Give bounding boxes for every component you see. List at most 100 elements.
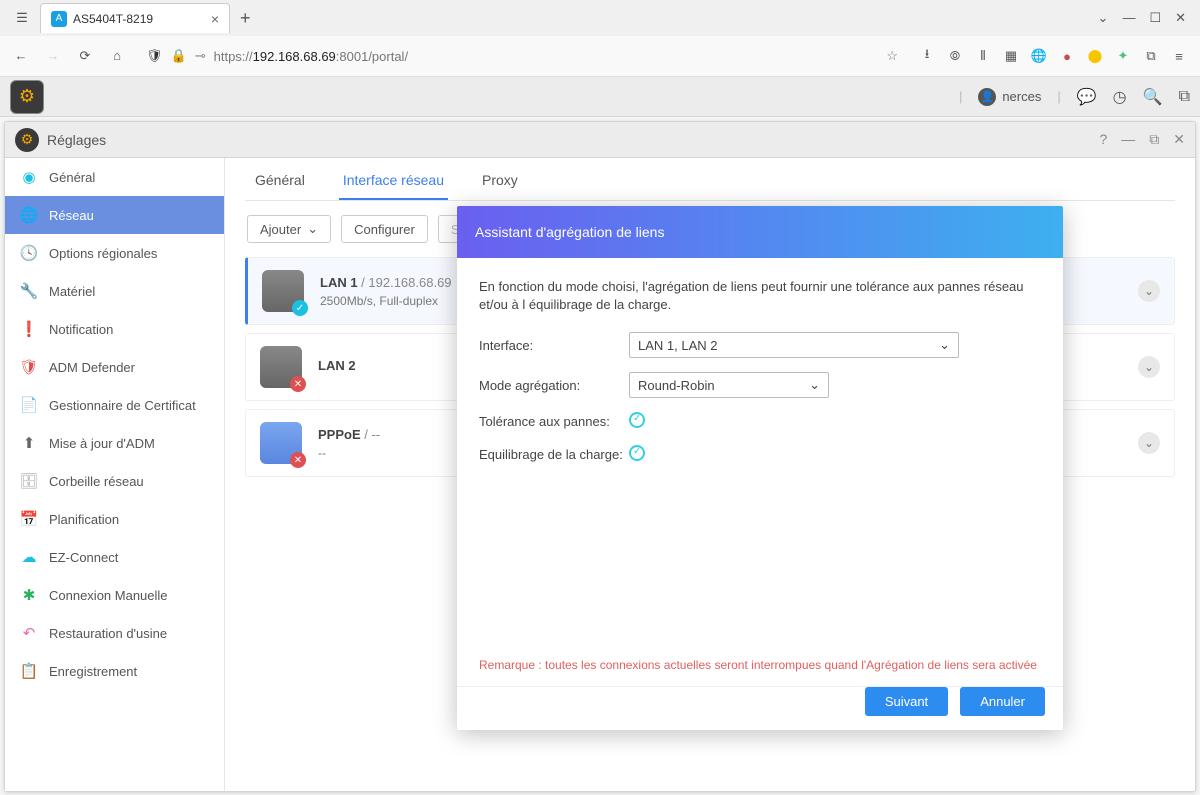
new-tab-button[interactable]: + [234,8,257,29]
modal-remark: Remarque : toutes les connexions actuell… [457,658,1063,687]
sidebar-icon: ◉ [19,167,39,187]
port-icon [260,422,302,464]
sidebar-item-label: Notification [49,322,113,337]
address-bar[interactable]: 🛡 🔒 ⊸ https://192.168.68.69:8001/portal/… [136,41,908,71]
nav-forward-icon: → [44,48,62,64]
sidebar-item-corbeille-r-seau[interactable]: 🗄 Corbeille réseau [5,462,224,500]
activity-icon[interactable]: ◷ [1113,87,1127,107]
minimize-icon[interactable]: — [1121,131,1135,148]
permissions-icon[interactable]: ⊸ [195,48,206,64]
cancel-button[interactable]: Annuler [960,687,1045,716]
widgets-icon[interactable]: ⧉ [1179,88,1190,106]
ext-bell-icon[interactable]: ⬤ [1086,47,1104,65]
mode-label: Mode agrégation: [479,378,629,393]
sidebar-item-mat-riel[interactable]: 🔧Matériel [5,272,224,310]
mode-select[interactable]: Round-Robin ⌄ [629,372,829,398]
gear-icon: ⚙ [15,128,39,152]
expand-icon[interactable]: ⌄ [1138,356,1160,378]
chevron-down-icon: ⌄ [939,337,950,353]
interface-select[interactable]: LAN 1, LAN 2 ⌄ [629,332,959,358]
ext-shield-icon[interactable]: ⦾ [946,47,964,65]
maximize-icon[interactable]: ⧉ [1149,131,1159,148]
tab-g-n-ral[interactable]: Général [251,172,309,200]
sidebar-item-options-r-gionales[interactable]: 🕓Options régionales [5,234,224,272]
sidebar-icon: 🌐 [19,205,39,225]
check-icon [629,412,645,428]
sidebar-item-label: ADM Defender [49,360,135,375]
user-menu[interactable]: 👤 nerces [978,88,1041,106]
ext-grid-icon[interactable]: ▦ [1002,47,1020,65]
port-icon [262,270,304,312]
ext-dot-icon[interactable]: ● [1058,47,1076,65]
ext-globe-icon[interactable]: 🌐 [1030,47,1048,65]
messages-icon[interactable]: 💬 [1077,87,1097,107]
chevron-down-icon: ⌄ [809,377,820,393]
sidebar-item-gestionnaire-de-certificat[interactable]: 📄 Gestionnaire de Certificat [5,386,224,424]
sidebar-item-g-n-ral[interactable]: ◉ Général [5,158,224,196]
modal-intro: En fonction du mode choisi, l'agrégation… [479,278,1041,314]
sidebar-item-label: Enregistrement [49,664,137,679]
window-close-icon[interactable]: ✕ [1175,10,1186,26]
close-tab-icon[interactable]: × [211,11,219,27]
sidebar-item-restauration-d-usine[interactable]: ↶Restauration d'usine [5,614,224,652]
sidebar-icon: 🗄 [19,471,39,491]
bookmark-star-icon[interactable]: ☆ [886,48,898,64]
adm-logo-icon[interactable]: ⚙ [10,80,44,114]
sidebar-item-label: Planification [49,512,119,527]
window-maximize-icon[interactable]: ☐ [1149,10,1161,26]
balancing-label: Equilibrage de la charge: [479,447,629,462]
sidebar-item-label: Gestionnaire de Certificat [49,398,196,413]
expand-icon[interactable]: ⌄ [1138,280,1160,302]
sidebar-item-label: Connexion Manuelle [49,588,168,603]
browser-tab[interactable]: A AS5404T-8219 × [40,3,230,33]
sidebar-item-r-seau[interactable]: 🌐 Réseau [5,196,224,234]
check-icon [629,445,645,461]
link-aggregation-wizard: Assistant d'agrégation de liens En fonct… [457,206,1063,730]
sidebar-item-adm-defender[interactable]: 🛡ADM Defender [5,348,224,386]
sidebar-item-label: Corbeille réseau [49,474,144,489]
expand-icon[interactable]: ⌄ [1138,432,1160,454]
close-icon[interactable]: ✕ [1173,131,1185,148]
tab-interface-r-seau[interactable]: Interface réseau [339,172,448,200]
browser-menu-icon[interactable]: ≡ [1170,47,1188,65]
lock-icon[interactable]: 🔒 [171,48,187,64]
sidebar-item-label: Restauration d'usine [49,626,167,641]
sidebar-item-enregistrement[interactable]: 📋 Enregistrement [5,652,224,690]
sidebar-item-label: Général [49,170,95,185]
sidebar-item-notification[interactable]: ❗Notification [5,310,224,348]
sidebar-item-label: EZ-Connect [49,550,118,565]
sidebar-icon: ☁ [19,547,39,567]
sidebar-icon: 📋 [19,661,39,681]
tab-title: AS5404T-8219 [73,12,205,26]
ext-download-icon[interactable]: ⭳ [918,47,936,65]
tab-proxy[interactable]: Proxy [478,172,522,200]
next-button[interactable]: Suivant [865,687,948,716]
avatar-icon: 👤 [978,88,996,106]
sidebar-icon: 📅 [19,509,39,529]
sidebar-item-connexion-manuelle[interactable]: ✱Connexion Manuelle [5,576,224,614]
window-minimize-icon[interactable]: — [1122,10,1135,26]
search-icon[interactable]: 🔍 [1143,87,1163,107]
sidebar-item-planification[interactable]: 📅 Planification [5,500,224,538]
configure-button[interactable]: Configurer [341,215,428,243]
divider: | [1057,89,1060,104]
tolerance-label: Tolérance aux pannes: [479,414,629,429]
sidebar-toggle-icon[interactable]: ☰ [8,4,36,32]
chevron-down-icon[interactable]: ⌄ [1098,10,1109,26]
sidebar-icon: ⬆ [19,433,39,453]
add-button[interactable]: Ajouter⌄ [247,215,331,243]
sidebar-icon: 📄 [19,395,39,415]
nav-back-icon[interactable]: ← [12,48,30,64]
sidebar-item-label: Réseau [49,208,94,223]
sidebar-item-ez-connect[interactable]: ☁ EZ-Connect [5,538,224,576]
shield-icon[interactable]: 🛡 [146,48,163,64]
help-icon[interactable]: ? [1099,131,1107,148]
nav-home-icon[interactable]: ⌂ [108,48,126,64]
nav-reload-icon[interactable]: ⟳ [76,48,94,64]
ext-pin-icon[interactable]: ✦ [1114,47,1132,65]
favicon-icon: A [51,11,67,27]
ext-app-icon[interactable]: ⧉ [1142,47,1160,65]
ext-bars-icon[interactable]: ⦀ [974,47,992,65]
sidebar-item-mise-jour-d-adm[interactable]: ⬆Mise à jour d'ADM [5,424,224,462]
chevron-down-icon: ⌄ [307,221,318,237]
